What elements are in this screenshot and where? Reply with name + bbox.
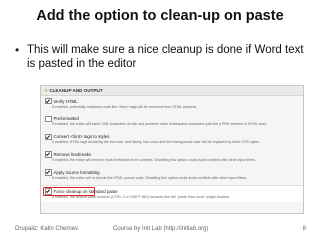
- slide: Add the option to clean-up on paste • Th…: [0, 0, 320, 240]
- footer-course: Course by Init Lab (http://initlab.org): [113, 226, 209, 232]
- checkbox-icon: [45, 97, 52, 105]
- checkbox-icon: [45, 169, 52, 176]
- option-label: Verify HTML: [53, 98, 78, 104]
- checkbox-icon: [45, 151, 52, 158]
- checkbox-icon: [45, 115, 52, 123]
- bullet-text: This will make sure a nice cleanup is do…: [27, 44, 304, 70]
- checkbox-icon: [45, 188, 52, 195]
- panel-header-label: CLEANUP AND OUTPUT: [49, 88, 103, 93]
- slide-title: Add the option to clean-up on paste: [36, 8, 284, 24]
- option-convert-font-tags: Convert <font> tags to styles If enabled…: [41, 133, 303, 149]
- option-description: If enabled, potentially malicious code l…: [52, 104, 198, 109]
- option-description: If enabled, HTML tags declaring the font…: [52, 140, 261, 145]
- collapse-caret-icon: ▾: [45, 88, 48, 93]
- option-force-cleanup-on-paste: Force cleanup on standard paste If enabl…: [41, 185, 303, 202]
- footer-author: Drupaliz: Kalin Chernev: [15, 226, 79, 232]
- bullet-dot: •: [15, 43, 20, 57]
- panel-header: ▾ CLEANUP AND OUTPUT: [41, 86, 303, 96]
- option-label: Remove linebreaks: [53, 152, 92, 158]
- option-description: If enabled, the editor will re-format th…: [52, 176, 247, 181]
- option-preformatted: Preformatted If enabled, the editor will…: [41, 115, 303, 131]
- option-verify-html: Verify HTML If enabled, potentially mali…: [41, 97, 303, 114]
- option-label: Apply source formatting: [53, 170, 100, 176]
- option-apply-source-formatting: Apply source formatting If enabled, the …: [41, 169, 303, 185]
- option-description: If enabled, the editor will remove most …: [52, 158, 256, 163]
- bullet-item: • This will make sure a nice cleanup is …: [15, 43, 307, 71]
- option-label: Preformatted: [53, 116, 79, 122]
- checkbox-icon: [45, 133, 52, 141]
- option-label: Convert <font> tags to styles: [53, 134, 110, 140]
- option-remove-linebreaks: Remove linebreaks If enabled, the editor…: [41, 151, 303, 167]
- option-description: If enabled, the editor will insert TAB c…: [52, 122, 268, 127]
- cleanup-settings-screenshot: ▾ CLEANUP AND OUTPUT Verify HTML If enabl…: [40, 85, 304, 214]
- page-number: 8: [302, 226, 306, 232]
- option-label: Force cleanup on standard paste: [53, 188, 118, 194]
- option-description: If enabled, the default paste function (…: [52, 194, 231, 199]
